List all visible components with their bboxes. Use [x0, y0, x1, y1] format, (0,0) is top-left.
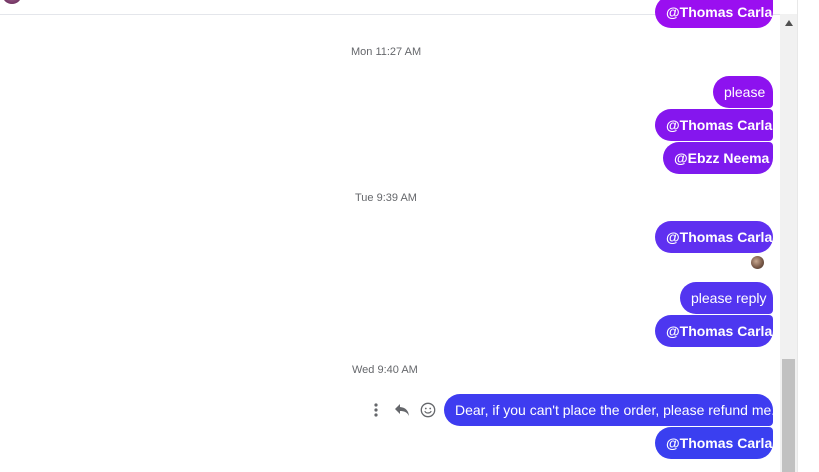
message-bubble[interactable]: @Ebzz Neema: [663, 142, 773, 174]
message-bubble[interactable]: please reply: [680, 282, 773, 314]
smiley-react-icon[interactable]: [418, 398, 438, 422]
chat-viewport: @Thomas Carla Mon 11:27 AM please @Thoma…: [0, 0, 819, 472]
message-bubble[interactable]: Dear, if you can't place the order, plea…: [444, 394, 775, 426]
timestamp-mon: Mon 11:27 AM: [351, 46, 422, 58]
reply-icon[interactable]: [392, 398, 412, 422]
scroll-up-arrow-icon[interactable]: [780, 14, 797, 31]
message-bubble[interactable]: @Thomas Carla: [655, 315, 773, 347]
message-bubble[interactable]: @Thomas Carla: [655, 427, 773, 459]
contact-avatar[interactable]: [2, 0, 22, 4]
more-options-icon[interactable]: [366, 398, 386, 422]
vertical-scrollbar[interactable]: [780, 14, 797, 472]
message-actions: [366, 398, 438, 422]
timestamp-wed: Wed 9:40 AM: [352, 364, 418, 376]
message-bubble[interactable]: @Thomas Carla: [655, 0, 773, 28]
seen-receipt-avatar: [751, 256, 764, 269]
message-bubble[interactable]: @Thomas Carla: [655, 221, 773, 253]
message-bubble[interactable]: @Thomas Carla: [655, 109, 773, 141]
side-panel-edge: [797, 0, 819, 472]
timestamp-tue: Tue 9:39 AM: [355, 192, 417, 204]
message-bubble[interactable]: please: [713, 76, 773, 108]
scroll-thumb[interactable]: [782, 359, 795, 472]
